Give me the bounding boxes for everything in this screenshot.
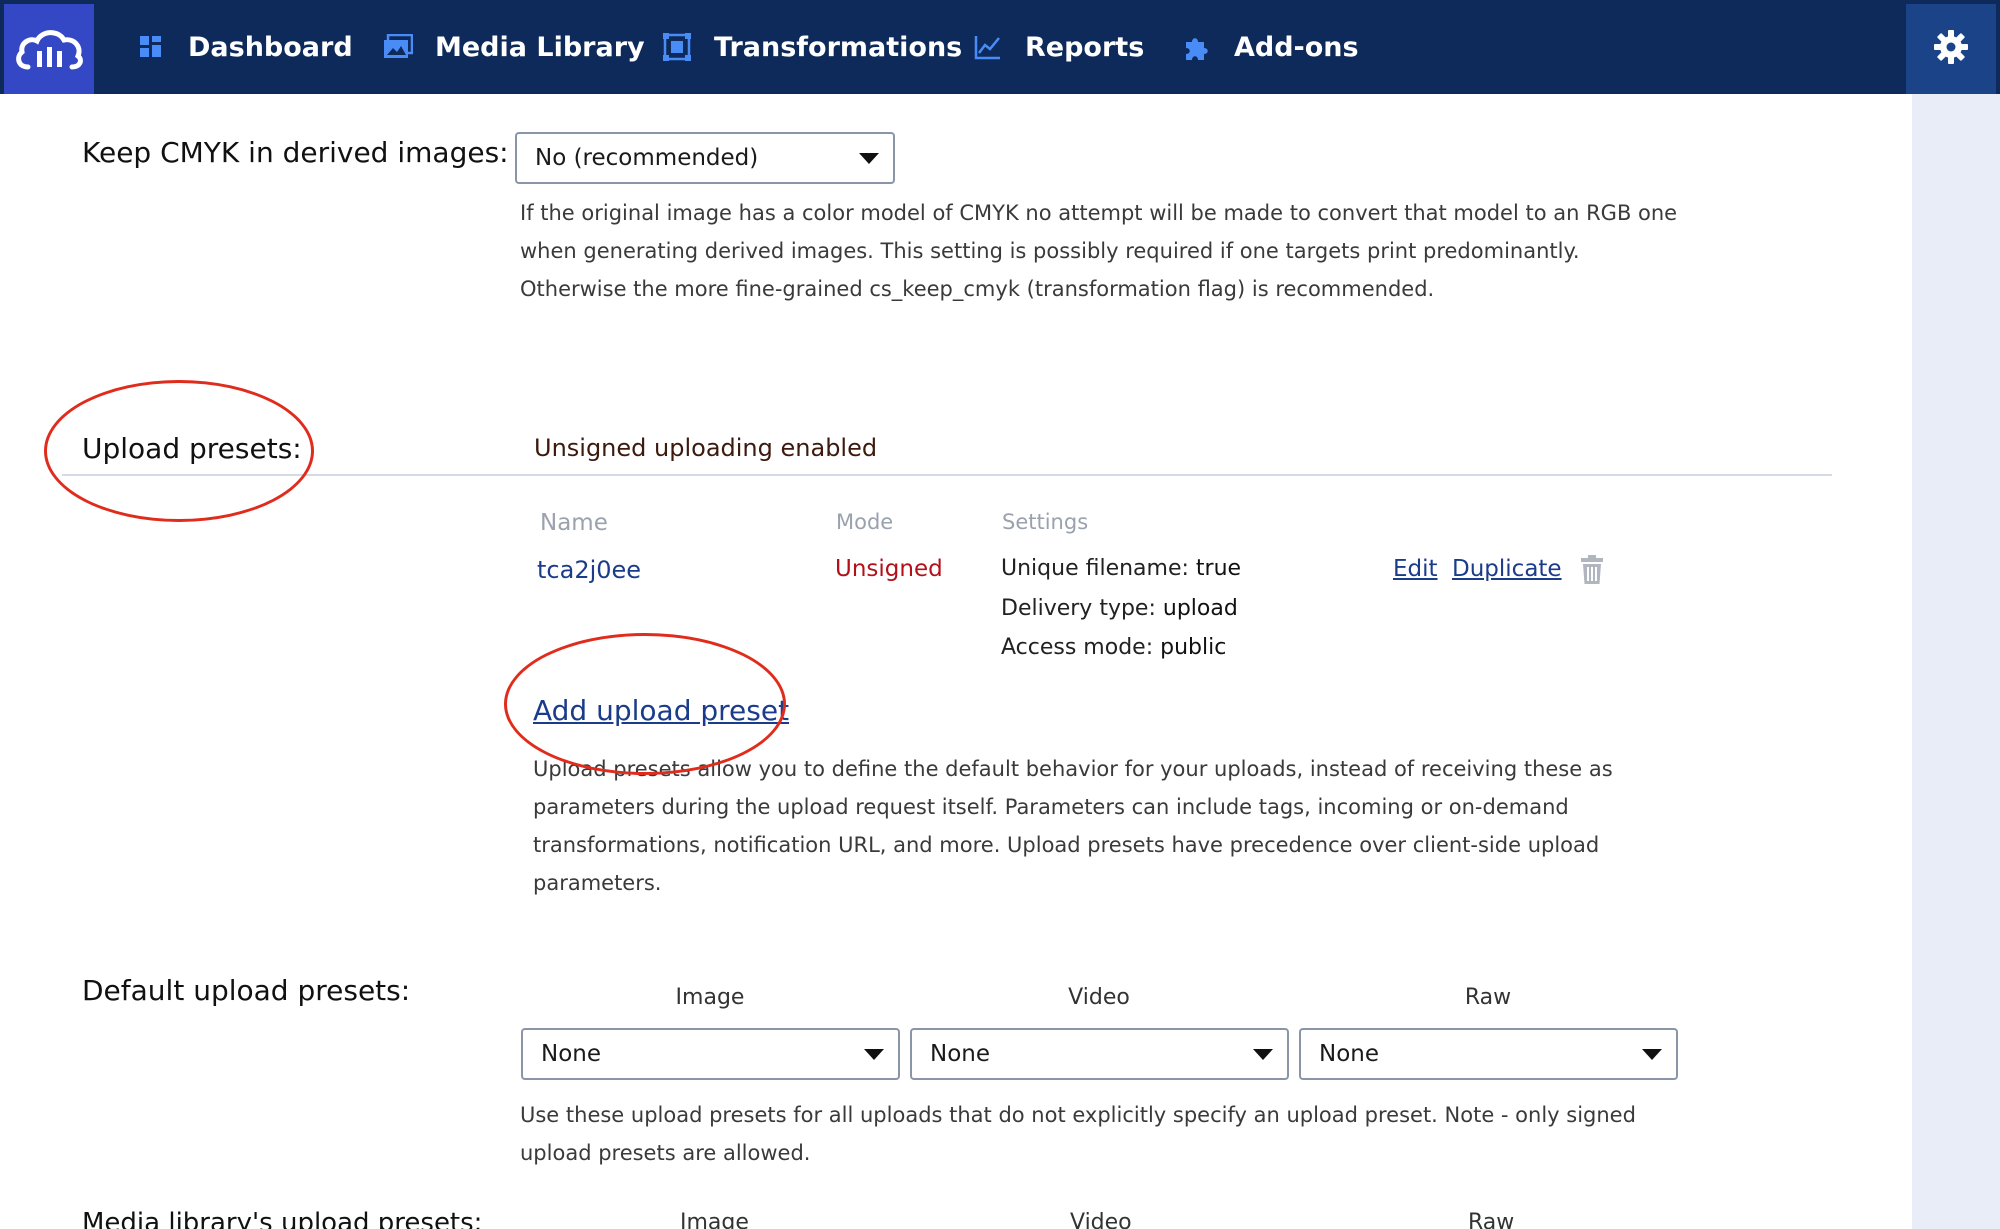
unsigned-status: Unsigned uploading enabled xyxy=(534,434,878,462)
nav-item-label: Transformations xyxy=(714,31,963,63)
cmyk-help: If the original image has a color model … xyxy=(520,194,1820,308)
chevron-down-icon xyxy=(1642,1049,1662,1060)
gear-icon xyxy=(1933,29,1969,69)
setting-value: public xyxy=(1160,635,1227,660)
nav-item-label: Reports xyxy=(1025,31,1145,63)
cmyk-select-value: No (recommended) xyxy=(535,145,759,171)
help-line: parameters during the upload request its… xyxy=(533,795,1569,819)
default-image-select[interactable]: None xyxy=(521,1028,900,1080)
trash-icon[interactable] xyxy=(1580,555,1604,585)
setting-unique-filename: Unique filename: true xyxy=(1001,556,1241,581)
upload-presets-help: Upload presets allow you to define the d… xyxy=(533,750,1833,902)
chevron-down-icon xyxy=(864,1049,884,1060)
select-value: None xyxy=(541,1041,602,1067)
preset-mode: Unsigned xyxy=(835,556,943,582)
setting-key: Access mode: xyxy=(1001,635,1161,660)
media-library-video-header: Video xyxy=(1070,1210,1132,1229)
column-header-mode: Mode xyxy=(836,510,894,534)
nav-item-reports[interactable]: Reports xyxy=(973,0,1144,94)
column-header-settings: Settings xyxy=(1002,510,1089,534)
setting-value: upload xyxy=(1162,596,1238,621)
help-line: Use these upload presets for all uploads… xyxy=(520,1103,1636,1127)
cloud-logo-icon[interactable] xyxy=(4,4,94,94)
help-line: transformations, notification URL, and m… xyxy=(533,833,1600,857)
scroll-gutter xyxy=(1912,94,2000,1229)
default-video-header: Video xyxy=(1068,985,1130,1010)
top-nav-bar: Dashboard Media Library Transformations … xyxy=(0,0,2000,94)
edit-preset-link[interactable]: Edit xyxy=(1393,556,1438,582)
default-image-header: Image xyxy=(675,985,745,1010)
setting-value: true xyxy=(1195,556,1242,581)
upload-presets-label: Upload presets: xyxy=(82,432,302,465)
cmyk-label: Keep CMYK in derived images: xyxy=(82,136,509,169)
add-upload-preset-link[interactable]: Add upload preset xyxy=(533,694,789,727)
help-line: upload presets are allowed. xyxy=(520,1141,811,1165)
nav-item-transformations[interactable]: Transformations xyxy=(662,0,962,94)
nav-item-label: Dashboard xyxy=(188,31,353,63)
help-line: Upload presets allow you to define the d… xyxy=(533,757,1613,781)
nav-item-dashboard[interactable]: Dashboard xyxy=(136,0,353,94)
media-library-icon xyxy=(383,32,413,62)
setting-delivery-type: Delivery type: upload xyxy=(1001,596,1238,621)
help-line: Otherwise the more fine-grained cs_keep_… xyxy=(520,277,1435,301)
default-raw-select[interactable]: None xyxy=(1299,1028,1678,1080)
nav-item-add-ons[interactable]: Add-ons xyxy=(1182,0,1359,94)
settings-button[interactable] xyxy=(1906,4,1996,94)
select-value: None xyxy=(930,1041,991,1067)
default-presets-help: Use these upload presets for all uploads… xyxy=(520,1096,1820,1172)
media-library-presets-label: Media library's upload presets: xyxy=(82,1208,483,1229)
default-presets-label: Default upload presets: xyxy=(82,974,411,1007)
preset-name-link[interactable]: tca2j0ee xyxy=(537,556,641,584)
setting-key: Delivery type: xyxy=(1001,596,1163,621)
duplicate-preset-link[interactable]: Duplicate xyxy=(1452,556,1562,582)
chevron-down-icon xyxy=(1253,1049,1273,1060)
reports-icon xyxy=(973,32,1003,62)
nav-item-label: Add-ons xyxy=(1234,31,1359,63)
media-library-image-header: Image xyxy=(680,1210,749,1229)
media-library-raw-header: Raw xyxy=(1468,1210,1515,1229)
dashboard-icon xyxy=(136,32,166,62)
setting-access-mode: Access mode: public xyxy=(1001,635,1226,660)
section-divider xyxy=(62,474,1832,476)
puzzle-icon xyxy=(1182,32,1212,62)
transformations-icon xyxy=(662,32,692,62)
help-line: If the original image has a color model … xyxy=(520,201,1678,225)
setting-key: Unique filename: xyxy=(1001,556,1196,581)
select-value: None xyxy=(1319,1041,1380,1067)
default-video-select[interactable]: None xyxy=(910,1028,1289,1080)
nav-item-media-library[interactable]: Media Library xyxy=(383,0,645,94)
cmyk-select[interactable]: No (recommended) xyxy=(515,132,895,184)
settings-content: Keep CMYK in derived images: No (recomme… xyxy=(0,94,1912,1229)
chevron-down-icon xyxy=(859,153,879,164)
help-line: when generating derived images. This set… xyxy=(520,239,1580,263)
default-raw-header: Raw xyxy=(1464,985,1512,1010)
help-line: parameters. xyxy=(533,871,662,895)
nav-item-label: Media Library xyxy=(435,31,645,63)
column-header-name: Name xyxy=(540,510,608,536)
